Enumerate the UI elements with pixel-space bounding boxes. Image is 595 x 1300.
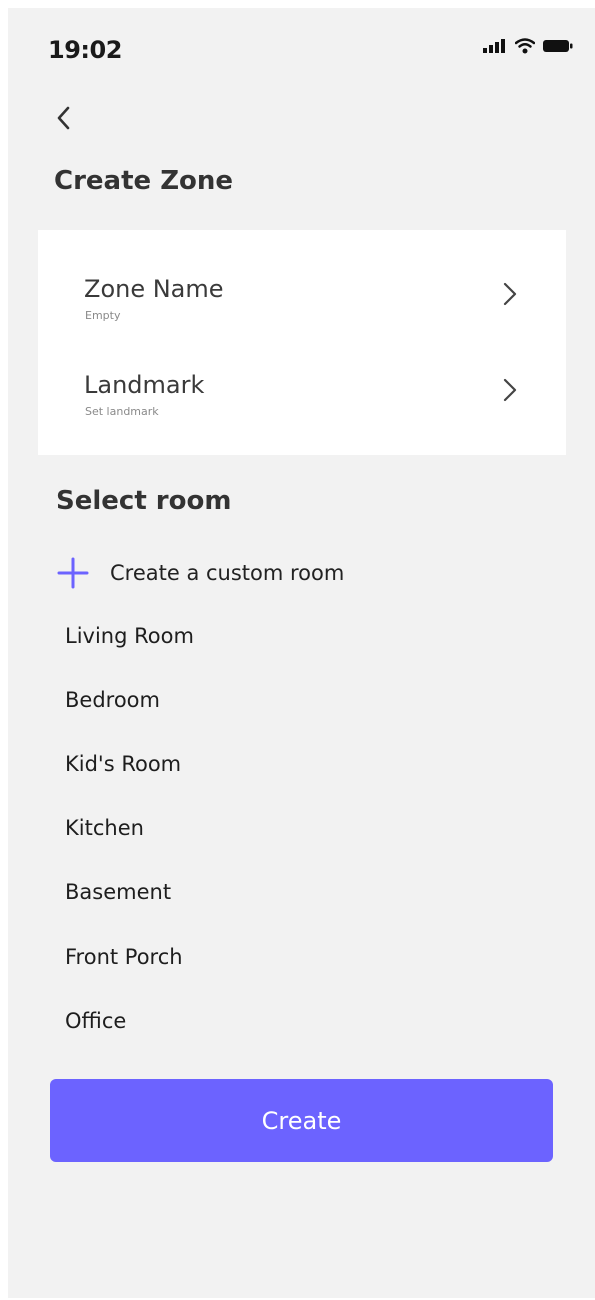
status-icons [483, 38, 573, 54]
back-button[interactable] [50, 100, 80, 136]
zone-details-card: Zone Name Empty Landmark Set landmark [38, 230, 566, 455]
landmark-label: Landmark [84, 371, 205, 399]
room-item-bedroom[interactable]: Bedroom [65, 688, 160, 712]
wifi-icon [515, 38, 535, 54]
chevron-right-icon [503, 378, 517, 402]
room-item-office[interactable]: Office [65, 1009, 126, 1033]
create-custom-room-button[interactable]: Create a custom room [56, 553, 344, 593]
landmark-value: Set landmark [85, 405, 159, 418]
zone-name-label: Zone Name [84, 275, 224, 303]
signal-icon [483, 39, 505, 53]
room-item-living-room[interactable]: Living Room [65, 624, 194, 648]
create-custom-room-label: Create a custom room [110, 561, 345, 585]
page-title: Create Zone [54, 166, 234, 196]
chevron-left-icon [57, 106, 70, 130]
room-item-kitchen[interactable]: Kitchen [65, 816, 144, 840]
zone-name-value: Empty [85, 309, 121, 322]
zone-name-row[interactable]: Zone Name Empty [38, 275, 566, 355]
room-item-front-porch[interactable]: Front Porch [65, 945, 183, 969]
landmark-row[interactable]: Landmark Set landmark [38, 371, 566, 451]
create-zone-screen: 19:02 Create Zone Zone Name Empty Landma… [8, 8, 595, 1298]
battery-icon [543, 40, 573, 52]
create-button[interactable]: Create [50, 1079, 553, 1162]
status-time: 19:02 [48, 36, 122, 64]
plus-icon [57, 557, 89, 589]
room-item-basement[interactable]: Basement [65, 880, 171, 904]
select-room-title: Select room [56, 486, 232, 516]
room-item-kids-room[interactable]: Kid's Room [65, 752, 181, 776]
chevron-right-icon [503, 282, 517, 306]
